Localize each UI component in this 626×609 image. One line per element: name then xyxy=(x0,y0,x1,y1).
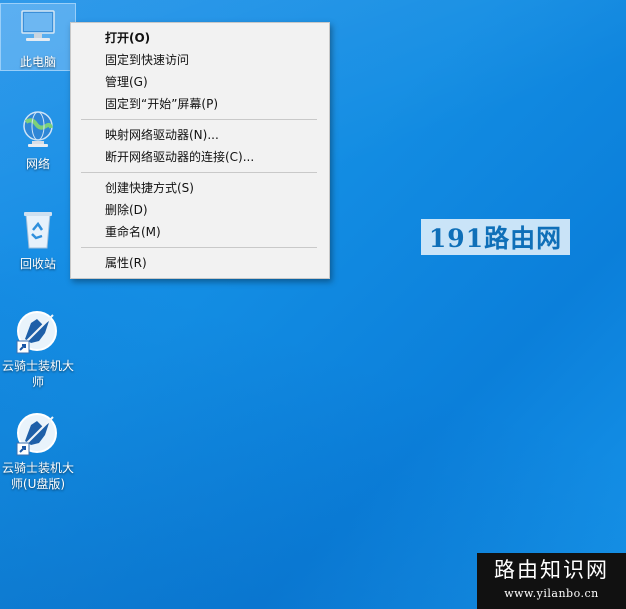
menu-item-map-network-drive[interactable]: 映射网络驱动器(N)... xyxy=(71,124,329,146)
menu-item-delete[interactable]: 删除(D) xyxy=(71,199,329,221)
menu-item-pin-quick-access[interactable]: 固定到快速访问 xyxy=(71,49,329,71)
desktop-icon-label: 回收站 xyxy=(19,257,56,271)
desktop-icon-label: 云骑士装机大师(U盘版) xyxy=(1,461,74,491)
knight-shortcut-icon xyxy=(14,308,62,356)
menu-item-pin-start[interactable]: 固定到“开始”屏幕(P) xyxy=(71,93,329,115)
menu-separator xyxy=(81,247,317,248)
menu-item-disconnect-network-drive[interactable]: 断开网络驱动器的连接(C)... xyxy=(71,146,329,168)
network-globe-icon xyxy=(14,106,62,154)
watermark-center: 191路由网 xyxy=(421,219,570,255)
desktop-icon-yunqishi[interactable]: 云骑士装机大师 xyxy=(1,308,75,390)
desktop-icon-label: 网络 xyxy=(25,157,50,171)
computer-icon xyxy=(14,4,62,52)
menu-separator xyxy=(81,119,317,120)
menu-item-rename[interactable]: 重命名(M) xyxy=(71,221,329,243)
context-menu: 打开(O) 固定到快速访问 管理(G) 固定到“开始”屏幕(P) 映射网络驱动器… xyxy=(70,22,330,279)
menu-item-open[interactable]: 打开(O) xyxy=(71,27,329,49)
recycle-bin-icon xyxy=(14,206,62,254)
desktop-icon-label: 云骑士装机大师 xyxy=(1,359,74,389)
watermark-corner-url: www.yilanbo.cn xyxy=(504,587,599,600)
menu-item-properties[interactable]: 属性(R) xyxy=(71,252,329,274)
desktop-icon-label: 此电脑 xyxy=(19,55,56,69)
menu-separator xyxy=(81,172,317,173)
menu-item-create-shortcut[interactable]: 创建快捷方式(S) xyxy=(71,177,329,199)
desktop-icon-this-pc[interactable]: 此电脑 xyxy=(0,3,76,71)
watermark-corner-title: 路由知识网 xyxy=(494,558,609,582)
watermark-corner: 路由知识网 www.yilanbo.cn xyxy=(477,553,626,609)
desktop-icon-recycle-bin[interactable]: 回收站 xyxy=(1,206,75,272)
desktop-icon-yunqishi-usb[interactable]: 云骑士装机大师(U盘版) xyxy=(1,410,75,492)
knight-shortcut-icon xyxy=(14,410,62,458)
desktop-icon-network[interactable]: 网络 xyxy=(1,106,75,172)
menu-item-manage[interactable]: 管理(G) xyxy=(71,71,329,93)
